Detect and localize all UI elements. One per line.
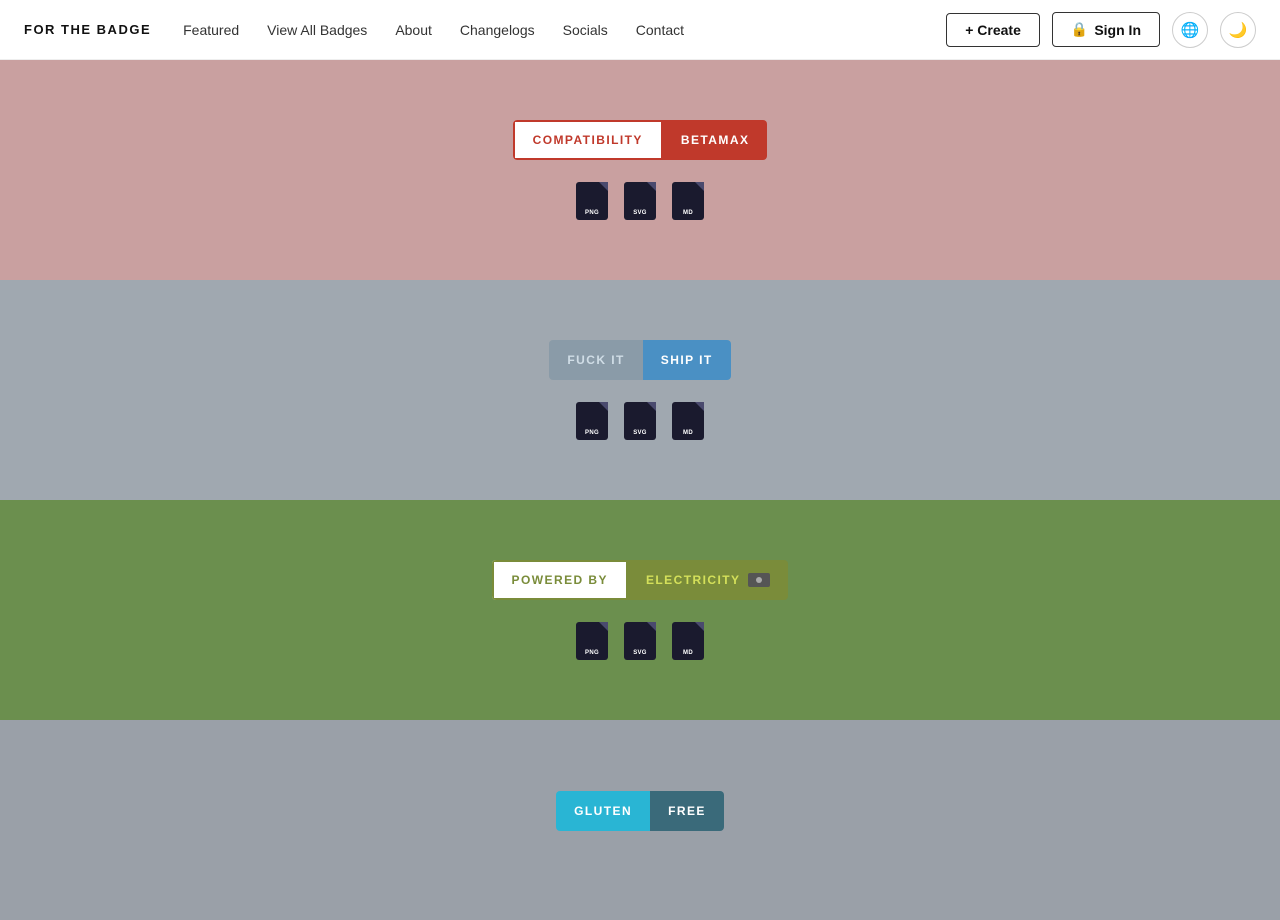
navbar: FOR THE BADGE Featured View All Badges A…	[0, 0, 1280, 60]
site-logo: FOR THE BADGE	[24, 22, 151, 37]
png-download-1[interactable]: PNG	[576, 182, 608, 220]
electricity-icon	[748, 573, 770, 587]
moon-icon: 🌙	[1229, 21, 1248, 39]
section-compatibility: COMPATIBILITY BETAMAX PNG SVG MD	[0, 60, 1280, 280]
badge-left-compatibility: COMPATIBILITY	[513, 120, 663, 160]
section-gluten-free: GLUTEN FREE	[0, 720, 1280, 920]
badge-left-powered-by: POWERED BY	[492, 560, 628, 600]
md-download-3[interactable]: MD	[672, 622, 704, 660]
section-ship-it: FUCK IT SHIP IT PNG SVG MD	[0, 280, 1280, 500]
png-download-2[interactable]: PNG	[576, 402, 608, 440]
file-icons-1: PNG SVG MD	[576, 182, 704, 220]
globe-icon: 🌐	[1181, 21, 1200, 39]
globe-button[interactable]: 🌐	[1172, 12, 1208, 48]
badge-right-free: FREE	[650, 791, 724, 831]
section-electricity: POWERED BY ELECTRICITY PNG SVG MD	[0, 500, 1280, 720]
file-icons-2: PNG SVG MD	[576, 402, 704, 440]
nav-socials[interactable]: Socials	[563, 22, 608, 38]
badge-left-gluten: GLUTEN	[556, 791, 650, 831]
badge-right-ship-it: SHIP IT	[643, 340, 731, 380]
signin-button[interactable]: 🔒 Sign In	[1052, 12, 1160, 47]
md-download-1[interactable]: MD	[672, 182, 704, 220]
create-button[interactable]: + Create	[946, 13, 1040, 47]
dark-mode-button[interactable]: 🌙	[1220, 12, 1256, 48]
badge-right-electricity: ELECTRICITY	[628, 560, 789, 600]
badge-left-fuck-it: FUCK IT	[549, 340, 642, 380]
badge-electricity: POWERED BY ELECTRICITY	[492, 560, 789, 600]
nav-changelogs[interactable]: Changelogs	[460, 22, 535, 38]
page-content: COMPATIBILITY BETAMAX PNG SVG MD FUCK IT…	[0, 60, 1280, 920]
nav-links: Featured View All Badges About Changelog…	[183, 22, 946, 38]
png-download-3[interactable]: PNG	[576, 622, 608, 660]
badge-right-betamax: BETAMAX	[663, 120, 768, 160]
battery-icon	[748, 573, 770, 587]
lock-icon: 🔒	[1071, 21, 1088, 38]
badge-gluten-free: GLUTEN FREE	[556, 791, 724, 831]
md-download-2[interactable]: MD	[672, 402, 704, 440]
nav-contact[interactable]: Contact	[636, 22, 684, 38]
file-icons-3: PNG SVG MD	[576, 622, 704, 660]
nav-about[interactable]: About	[395, 22, 432, 38]
nav-view-all-badges[interactable]: View All Badges	[267, 22, 367, 38]
badge-compatibility-betamax: COMPATIBILITY BETAMAX	[513, 120, 768, 160]
nav-actions: + Create 🔒 Sign In 🌐 🌙	[946, 12, 1256, 48]
nav-featured[interactable]: Featured	[183, 22, 239, 38]
badge-ship-it: FUCK IT SHIP IT	[549, 340, 730, 380]
